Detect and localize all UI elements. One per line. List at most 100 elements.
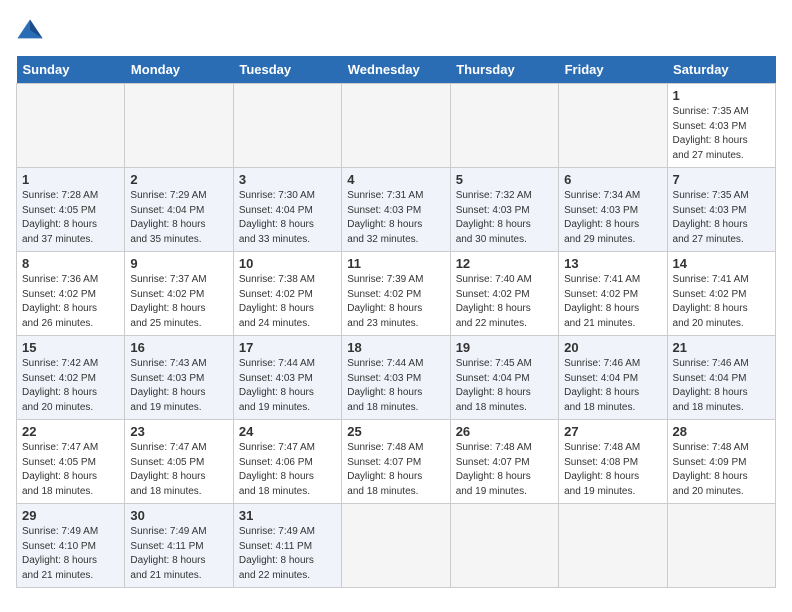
day-info: Sunrise: 7:39 AM Sunset: 4:02 PM Dayligh… (347, 273, 444, 331)
col-header-wednesday: Wednesday (342, 56, 450, 84)
day-cell: 4 Sunrise: 7:31 AM Sunset: 4:03 PM Daylig… (342, 168, 450, 252)
day-cell (125, 84, 233, 168)
day-number: 9 (130, 256, 227, 271)
day-info: Sunrise: 7:47 AM Sunset: 4:05 PM Dayligh… (22, 441, 119, 499)
day-cell (667, 504, 775, 588)
day-info: Sunrise: 7:48 AM Sunset: 4:07 PM Dayligh… (347, 441, 444, 499)
day-cell: 29 Sunrise: 7:49 AM Sunset: 4:10 PM Dayli… (17, 504, 125, 588)
day-number: 8 (22, 256, 119, 271)
day-cell (233, 84, 341, 168)
day-info: Sunrise: 7:41 AM Sunset: 4:02 PM Dayligh… (673, 273, 770, 331)
logo (16, 16, 48, 44)
day-info: Sunrise: 7:35 AM Sunset: 4:03 PM Dayligh… (673, 189, 770, 247)
day-info: Sunrise: 7:43 AM Sunset: 4:03 PM Dayligh… (130, 357, 227, 415)
day-number: 18 (347, 340, 444, 355)
col-header-tuesday: Tuesday (233, 56, 341, 84)
day-cell: 15Sunrise: 7:42 AM Sunset: 4:02 PM Dayli… (17, 336, 125, 420)
day-cell: 26 Sunrise: 7:48 AM Sunset: 4:07 PM Dayli… (450, 420, 558, 504)
day-number: 10 (239, 256, 336, 271)
day-info: Sunrise: 7:40 AM Sunset: 4:02 PM Dayligh… (456, 273, 553, 331)
day-number: 24 (239, 424, 336, 439)
day-cell: 23Sunrise: 7:47 AM Sunset: 4:05 PM Dayli… (125, 420, 233, 504)
day-cell (559, 504, 667, 588)
col-header-friday: Friday (559, 56, 667, 84)
day-number: 23 (130, 424, 227, 439)
day-number: 1 (22, 172, 119, 187)
day-cell: 31 Sunrise: 7:49 AM Sunset: 4:11 PM Dayli… (233, 504, 341, 588)
day-cell: 7Sunrise: 7:35 AM Sunset: 4:03 PM Daylig… (667, 168, 775, 252)
day-number: 5 (456, 172, 553, 187)
day-number: 2 (130, 172, 227, 187)
col-header-sunday: Sunday (17, 56, 125, 84)
day-cell: 24 Sunrise: 7:47 AM Sunset: 4:06 PM Dayli… (233, 420, 341, 504)
day-info: Sunrise: 7:41 AM Sunset: 4:02 PM Dayligh… (564, 273, 661, 331)
day-info: Sunrise: 7:49 AM Sunset: 4:10 PM Dayligh… (22, 525, 119, 583)
day-info: Sunrise: 7:28 AM Sunset: 4:05 PM Dayligh… (22, 189, 119, 247)
day-cell: 16Sunrise: 7:43 AM Sunset: 4:03 PM Dayli… (125, 336, 233, 420)
week-row-1: 1Sunrise: 7:35 AM Sunset: 4:03 PM Daylig… (17, 84, 776, 168)
day-number: 30 (130, 508, 227, 523)
day-info: Sunrise: 7:44 AM Sunset: 4:03 PM Dayligh… (239, 357, 336, 415)
col-header-thursday: Thursday (450, 56, 558, 84)
day-cell (450, 504, 558, 588)
day-info: Sunrise: 7:31 AM Sunset: 4:03 PM Dayligh… (347, 189, 444, 247)
day-info: Sunrise: 7:46 AM Sunset: 4:04 PM Dayligh… (673, 357, 770, 415)
calendar-table: SundayMondayTuesdayWednesdayThursdayFrid… (16, 56, 776, 588)
day-cell: 21 Sunrise: 7:46 AM Sunset: 4:04 PM Dayli… (667, 336, 775, 420)
day-number: 3 (239, 172, 336, 187)
day-info: Sunrise: 7:49 AM Sunset: 4:11 PM Dayligh… (239, 525, 336, 583)
day-number: 19 (456, 340, 553, 355)
day-info: Sunrise: 7:48 AM Sunset: 4:08 PM Dayligh… (564, 441, 661, 499)
day-info: Sunrise: 7:36 AM Sunset: 4:02 PM Dayligh… (22, 273, 119, 331)
day-cell (559, 84, 667, 168)
day-number: 28 (673, 424, 770, 439)
day-info: Sunrise: 7:32 AM Sunset: 4:03 PM Dayligh… (456, 189, 553, 247)
day-number: 4 (347, 172, 444, 187)
day-cell (17, 84, 125, 168)
day-number: 29 (22, 508, 119, 523)
day-cell: 14Sunrise: 7:41 AM Sunset: 4:02 PM Dayli… (667, 252, 775, 336)
day-cell: 9Sunrise: 7:37 AM Sunset: 4:02 PM Daylig… (125, 252, 233, 336)
day-info: Sunrise: 7:34 AM Sunset: 4:03 PM Dayligh… (564, 189, 661, 247)
day-cell: 1 Sunrise: 7:28 AM Sunset: 4:05 PM Daylig… (17, 168, 125, 252)
col-header-saturday: Saturday (667, 56, 775, 84)
day-info: Sunrise: 7:47 AM Sunset: 4:06 PM Dayligh… (239, 441, 336, 499)
day-number: 20 (564, 340, 661, 355)
day-cell: 2 Sunrise: 7:29 AM Sunset: 4:04 PM Daylig… (125, 168, 233, 252)
day-cell: 10 Sunrise: 7:38 AM Sunset: 4:02 PM Dayli… (233, 252, 341, 336)
day-cell: 18Sunrise: 7:44 AM Sunset: 4:03 PM Dayli… (342, 336, 450, 420)
day-cell: 1Sunrise: 7:35 AM Sunset: 4:03 PM Daylig… (667, 84, 775, 168)
week-row-6: 29 Sunrise: 7:49 AM Sunset: 4:10 PM Dayli… (17, 504, 776, 588)
day-number: 25 (347, 424, 444, 439)
day-info: Sunrise: 7:45 AM Sunset: 4:04 PM Dayligh… (456, 357, 553, 415)
day-cell: 11Sunrise: 7:39 AM Sunset: 4:02 PM Dayli… (342, 252, 450, 336)
day-cell: 22Sunrise: 7:47 AM Sunset: 4:05 PM Dayli… (17, 420, 125, 504)
day-info: Sunrise: 7:29 AM Sunset: 4:04 PM Dayligh… (130, 189, 227, 247)
day-info: Sunrise: 7:48 AM Sunset: 4:07 PM Dayligh… (456, 441, 553, 499)
header-row: SundayMondayTuesdayWednesdayThursdayFrid… (17, 56, 776, 84)
header (16, 16, 776, 44)
day-cell (342, 504, 450, 588)
week-row-3: 8 Sunrise: 7:36 AM Sunset: 4:02 PM Daylig… (17, 252, 776, 336)
day-number: 27 (564, 424, 661, 439)
day-info: Sunrise: 7:42 AM Sunset: 4:02 PM Dayligh… (22, 357, 119, 415)
day-cell (342, 84, 450, 168)
day-number: 26 (456, 424, 553, 439)
day-info: Sunrise: 7:46 AM Sunset: 4:04 PM Dayligh… (564, 357, 661, 415)
day-cell: 5 Sunrise: 7:32 AM Sunset: 4:03 PM Daylig… (450, 168, 558, 252)
day-cell: 6Sunrise: 7:34 AM Sunset: 4:03 PM Daylig… (559, 168, 667, 252)
week-row-5: 22Sunrise: 7:47 AM Sunset: 4:05 PM Dayli… (17, 420, 776, 504)
day-cell: 27 Sunrise: 7:48 AM Sunset: 4:08 PM Dayli… (559, 420, 667, 504)
day-number: 17 (239, 340, 336, 355)
day-info: Sunrise: 7:38 AM Sunset: 4:02 PM Dayligh… (239, 273, 336, 331)
day-cell: 30Sunrise: 7:49 AM Sunset: 4:11 PM Dayli… (125, 504, 233, 588)
day-cell: 28Sunrise: 7:48 AM Sunset: 4:09 PM Dayli… (667, 420, 775, 504)
day-cell: 20 Sunrise: 7:46 AM Sunset: 4:04 PM Dayli… (559, 336, 667, 420)
day-number: 21 (673, 340, 770, 355)
day-number: 13 (564, 256, 661, 271)
day-number: 31 (239, 508, 336, 523)
col-header-monday: Monday (125, 56, 233, 84)
day-cell: 17 Sunrise: 7:44 AM Sunset: 4:03 PM Dayli… (233, 336, 341, 420)
week-row-2: 1 Sunrise: 7:28 AM Sunset: 4:05 PM Daylig… (17, 168, 776, 252)
day-number: 1 (673, 88, 770, 103)
